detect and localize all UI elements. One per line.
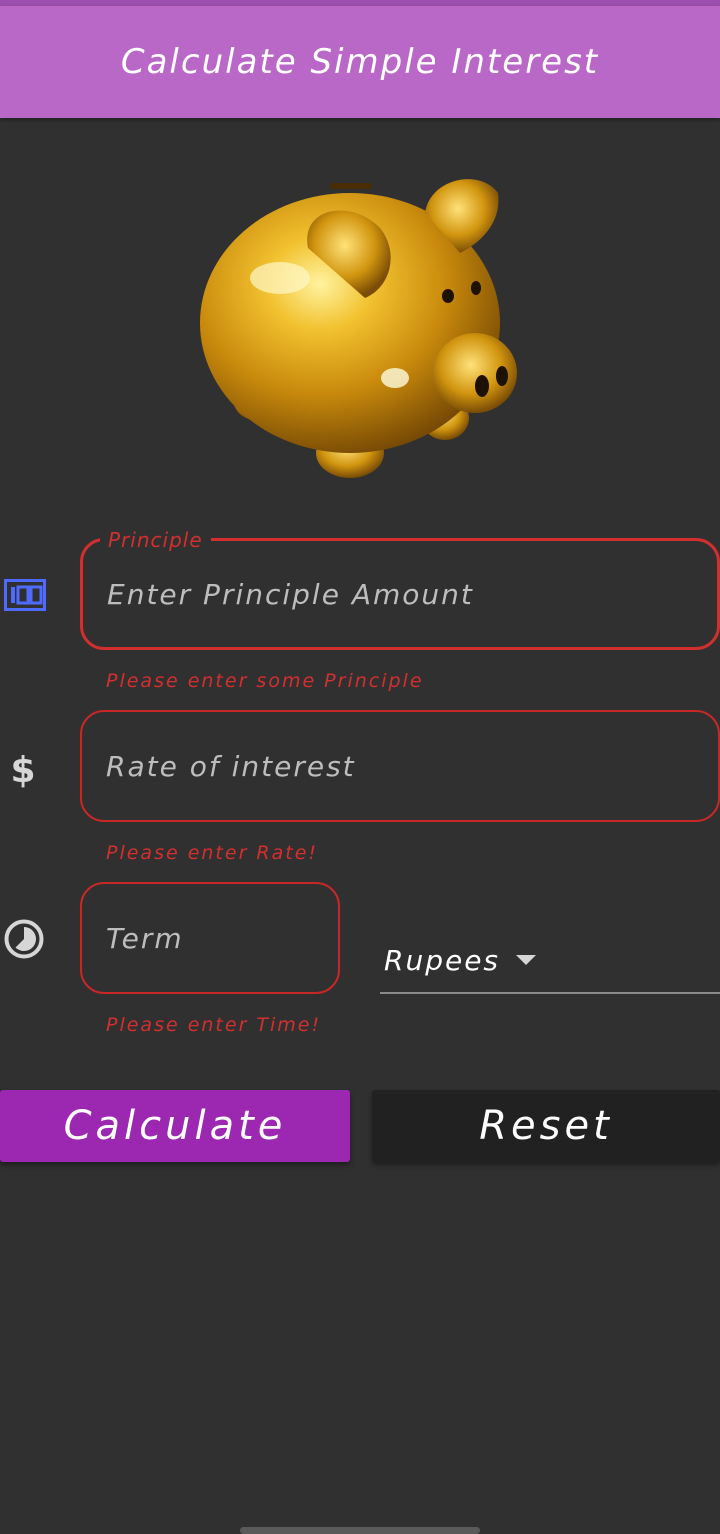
timelapse-icon	[3, 918, 45, 964]
principle-error: Please enter some Principle	[106, 670, 424, 692]
term-field[interactable]	[80, 882, 340, 994]
home-indicator	[240, 1527, 480, 1534]
svg-text:$: $	[10, 750, 35, 788]
dollar-icon: $	[8, 748, 38, 792]
rate-input[interactable]	[82, 749, 718, 783]
caret-down-icon	[516, 955, 537, 965]
hundred-icon	[4, 579, 46, 615]
currency-dropdown[interactable]: Rupees	[380, 928, 720, 994]
rate-error: Please enter Rate!	[106, 842, 319, 864]
reset-button[interactable]: Reset	[372, 1090, 720, 1162]
principle-field[interactable]	[80, 538, 720, 650]
principle-input[interactable]	[83, 577, 717, 611]
rate-field[interactable]	[80, 710, 720, 822]
principle-label: Principle	[100, 528, 211, 552]
term-input[interactable]	[82, 921, 338, 955]
calculate-button[interactable]: Calculate	[0, 1090, 350, 1162]
app-bar: Calculate Simple Interest	[0, 6, 720, 118]
app-title: Calculate Simple Interest	[120, 42, 600, 82]
term-error: Please enter Time!	[106, 1014, 322, 1036]
currency-selected: Rupees	[384, 943, 501, 977]
piggy-bank-image	[190, 168, 530, 488]
